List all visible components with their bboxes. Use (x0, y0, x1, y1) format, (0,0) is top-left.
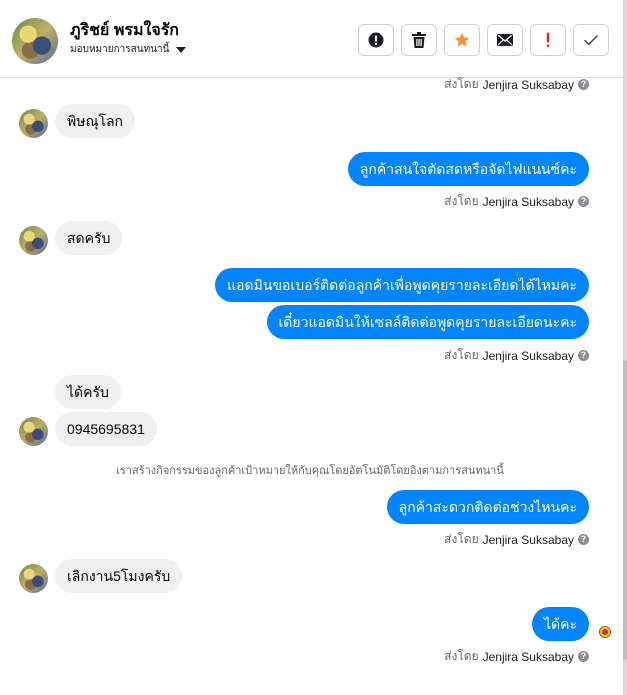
sender-avatar[interactable] (19, 564, 48, 593)
delete-button[interactable] (401, 24, 437, 56)
question-circle-icon[interactable]: ? (578, 79, 589, 90)
outgoing-message[interactable]: ลูกค้าสนใจตัดสดหรือจัดไฟแนนซ์คะ (347, 152, 589, 186)
star-button[interactable] (444, 24, 480, 56)
alert-circle-icon (368, 32, 384, 48)
question-circle-icon[interactable]: ? (578, 651, 589, 662)
sent-by-label: ส่งโดย Jenjira Suksabay ? (444, 530, 589, 549)
incoming-message[interactable]: พิษณุโลก (55, 104, 136, 138)
sent-by-label: ส่งโดย Jenjira Suksabay ? (444, 75, 589, 94)
outgoing-message[interactable]: แอดมินขอเบอร์ติดต่อลูกค้าเพื่อพูดคุยรายล… (215, 268, 589, 302)
conversation-header: ภูริชย์ พรมใจรัก มอบหมายการสนทนานี้ (0, 0, 627, 78)
outgoing-message[interactable]: เดี๋ยวแอดมินให้เซลล์ติดต่อพูดคุยรายละเอี… (266, 305, 589, 339)
mark-done-button[interactable] (573, 24, 609, 56)
question-circle-icon[interactable]: ? (578, 534, 589, 545)
outgoing-message[interactable]: ได้คะ (531, 607, 589, 641)
check-icon (583, 34, 599, 46)
assign-conversation-dropdown[interactable]: มอบหมายการสนทนานี้ (70, 42, 187, 57)
sent-by-label: ส่งโดย Jenjira Suksabay ? (444, 192, 589, 211)
outgoing-message[interactable]: ลูกค้าสะดวกติดต่อช่วงไหนคะ (386, 490, 589, 524)
system-notice: เราสร้างกิจกรรมของลูกค้าเป้าหมายให้กับคุ… (116, 465, 504, 477)
header-actions (358, 24, 609, 56)
sender-avatar[interactable] (19, 417, 48, 446)
star-icon (454, 32, 470, 47)
envelope-icon (497, 34, 513, 46)
message-thread[interactable]: ส่งโดย Jenjira Suksabay ? พิษณุโลก ลูกค้… (0, 75, 620, 695)
exclamation-icon (546, 32, 550, 48)
incoming-message[interactable]: 0945695831 (55, 412, 157, 446)
question-circle-icon[interactable]: ? (578, 350, 589, 361)
incoming-message[interactable]: เลิกงาน5โมงครับ (55, 559, 183, 593)
sender-avatar[interactable] (19, 226, 48, 255)
incoming-message[interactable]: ได้ครับ (55, 375, 121, 409)
question-circle-icon[interactable]: ? (578, 196, 589, 207)
contact-name[interactable]: ภูริชย์ พรมใจรัก (70, 18, 179, 43)
thread-scrollbar[interactable] (623, 360, 627, 660)
mark-unread-button[interactable] (487, 24, 523, 56)
seen-avatar-icon (599, 626, 611, 638)
trash-icon (412, 32, 426, 48)
sent-by-label: ส่งโดย Jenjira Suksabay ? (444, 346, 589, 365)
incoming-message[interactable]: สดครับ (55, 221, 123, 255)
mark-spam-button[interactable] (358, 24, 394, 56)
contact-avatar[interactable] (12, 18, 58, 64)
sender-avatar[interactable] (19, 109, 48, 138)
assign-label: มอบหมายการสนทนานี้ (70, 44, 170, 55)
sent-by-label: ส่งโดย Jenjira Suksabay ? (444, 647, 589, 666)
caret-down-icon (176, 46, 187, 53)
follow-up-button[interactable] (530, 24, 566, 56)
